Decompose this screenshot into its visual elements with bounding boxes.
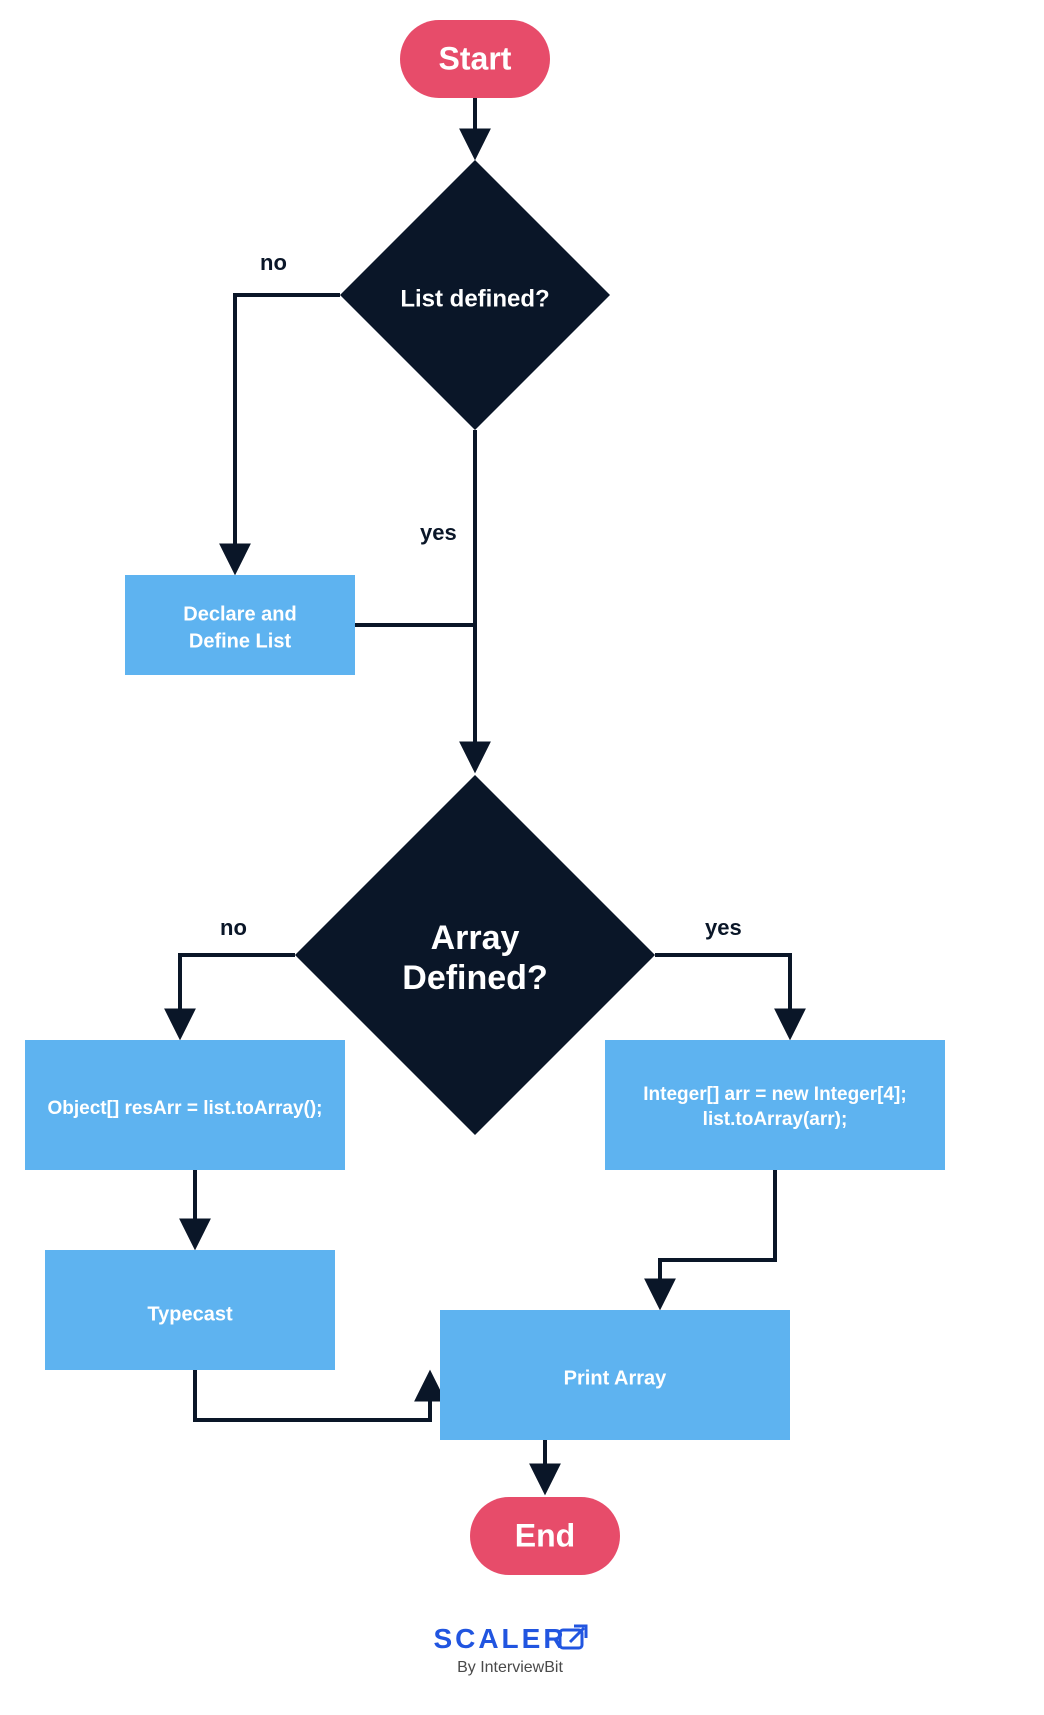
edge-d2-yes — [655, 955, 790, 1035]
decision1-label: List defined? — [400, 285, 549, 312]
object-array-node: Object[] resArr = list.toArray(); — [25, 1040, 345, 1170]
typecast-node: Typecast — [45, 1250, 335, 1370]
brand-sub-text: By InterviewBit — [457, 1659, 563, 1676]
edge-int-print — [660, 1170, 775, 1305]
declare-line1: Declare and — [183, 603, 296, 625]
start-node: Start — [400, 20, 550, 98]
edge-d2-yes-label: yes — [705, 915, 742, 940]
objarr-label: Object[] resArr = list.toArray(); — [47, 1098, 322, 1119]
edge-d1-no — [235, 295, 340, 570]
declare-line2: Define List — [189, 630, 292, 652]
end-node: End — [470, 1497, 620, 1575]
end-label: End — [515, 1517, 575, 1553]
brand-text: SCALER — [433, 1623, 566, 1654]
start-label: Start — [439, 40, 512, 76]
decision-array-defined: Array Defined? — [295, 775, 655, 1135]
decision2-line2: Defined? — [402, 959, 547, 997]
edge-typecast-print — [195, 1370, 430, 1420]
edge-d1-yes-label: yes — [420, 520, 457, 545]
intarr-line2: list.toArray(arr); — [703, 1109, 848, 1130]
print-array-node: Print Array — [440, 1310, 790, 1440]
decision2-line1: Array — [431, 919, 520, 957]
edge-d2-no-label: no — [220, 915, 247, 940]
typecast-label: Typecast — [147, 1303, 233, 1325]
edge-d1-no-label: no — [260, 250, 287, 275]
flowchart-canvas: Start List defined? no Declare and Defin… — [0, 0, 1044, 1715]
decision-list-defined: List defined? — [340, 160, 610, 430]
edge-d2-no — [180, 955, 295, 1035]
footer-brand: SCALER By InterviewBit — [433, 1623, 586, 1676]
intarr-line1: Integer[] arr = new Integer[4]; — [643, 1084, 906, 1105]
integer-array-node: Integer[] arr = new Integer[4]; list.toA… — [605, 1040, 945, 1170]
declare-define-node: Declare and Define List — [125, 575, 355, 675]
print-label: Print Array — [564, 1367, 668, 1389]
